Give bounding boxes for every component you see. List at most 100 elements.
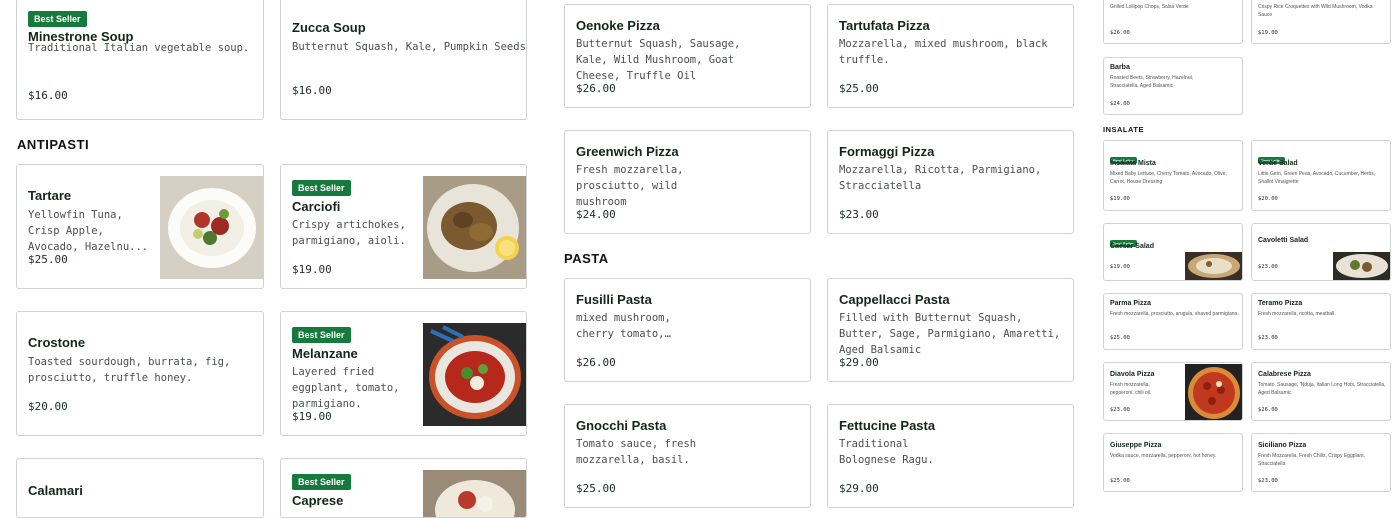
best-seller-badge: Best Seller — [292, 327, 351, 343]
item-desc: Fresh mozzarella, prosciutto, wild mushr… — [576, 164, 684, 208]
item-title: Cappellacci Pasta — [839, 292, 950, 307]
item-title: Fettucine Pasta — [839, 418, 936, 433]
item-desc: Traditional Italian vegetable soup. — [28, 42, 250, 54]
item-price: $19.00 — [1258, 30, 1278, 36]
menu-card-insalata-mista[interactable]: Best Seller Insalata Mista Mixed Baby Le… — [1103, 140, 1243, 211]
menu-card-barba[interactable]: Barba Roasted Beets, Strawberry, Hazelnu… — [1103, 57, 1243, 115]
menu-card-fusilli[interactable]: Fusilli Pasta mixed mushroom, cherry tom… — [564, 278, 811, 382]
item-desc: Mozzarella, mixed mushroom, black truffl… — [839, 38, 1048, 66]
item-desc: Butternut Squash, Sausage, Kale, Wild Mu… — [576, 38, 741, 82]
item-price: $19.00 — [1110, 196, 1130, 202]
item-desc: Fresh mozzarella, pepperoni, chili oil. — [1110, 382, 1152, 396]
section-heading-insalate: INSALATE — [1103, 125, 1144, 134]
item-desc: mixed mushroom, cherry tomato, mascarpon… — [576, 312, 671, 340]
section-heading-antipasti: ANTIPASTI — [17, 137, 90, 152]
menu-card-fettucine[interactable]: Fettucine Pasta Traditional Bolognese Ra… — [827, 404, 1074, 508]
item-desc: Tomato, Sausage, 'Nduja, Italian Long Ho… — [1258, 382, 1386, 396]
item-price: $26.00 — [1258, 407, 1278, 413]
item-price: $23.00 — [1258, 264, 1278, 270]
menu-card-calamari[interactable]: Calamari — [16, 458, 264, 518]
item-price: $25.00 — [28, 253, 68, 266]
item-desc: Toasted sourdough, burrata, fig, prosciu… — [28, 356, 231, 384]
item-desc: Tomato sauce, fresh mozzarella, basil. — [576, 438, 697, 466]
section-heading-pasta: PASTA — [564, 251, 609, 266]
item-title: Barba — [1110, 64, 1130, 71]
item-desc: Vodka sauce, mozzarella, pepperoni, hot … — [1110, 453, 1217, 459]
item-title: Tartufata Pizza — [839, 18, 930, 33]
item-title: Oenoke Pizza — [576, 18, 660, 33]
item-desc: Layered fried eggplant, tomato, parmigia… — [292, 366, 400, 410]
item-title: Caprese — [292, 493, 344, 508]
item-desc: Roasted Beets, Strawberry, Hazelnut, Str… — [1110, 75, 1194, 89]
item-price: $25.00 — [1110, 335, 1130, 341]
item-desc: Fresh mozzarella, prosciutto, arugula, s… — [1110, 311, 1239, 317]
item-title: Calabrese Pizza — [1258, 371, 1311, 378]
item-price: $26.00 — [1110, 30, 1130, 36]
item-price: $25.00 — [1110, 478, 1130, 484]
menu-card-crostone[interactable]: Crostone Toasted sourdough, burrata, fig… — [16, 311, 264, 436]
menu-card-cavoletti[interactable]: Cavoletti Salad $23.00 — [1251, 223, 1391, 281]
menu-card-melanzane[interactable]: Best Seller Melanzane Layered fried eggp… — [280, 311, 527, 436]
best-seller-badge: Best Seller — [292, 180, 351, 196]
item-desc: Crispy artichokes, parmigiano, aioli. — [292, 219, 406, 247]
menu-card-lollipop[interactable]: Grilled Lollipop Chops, Salsa Verde $26.… — [1103, 0, 1243, 44]
item-title: Cavoletti Salad — [1258, 237, 1309, 244]
diavola-photo — [1185, 364, 1242, 420]
item-title: Greenwich Pizza — [576, 144, 679, 159]
item-desc: Grilled Lollipop Chops, Salsa Verde — [1110, 4, 1189, 10]
item-title: Parma Pizza — [1110, 300, 1151, 307]
item-title: Giuseppe Pizza — [1110, 442, 1162, 449]
menu-card-tartufata[interactable]: Tartufata Pizza Mozzarella, mixed mushro… — [827, 4, 1074, 108]
menu-card-verde[interactable]: Best Seller Verde Salad Little Gem, Gree… — [1251, 140, 1391, 211]
item-price: $29.00 — [839, 356, 879, 369]
item-title: Caesar Salad — [1110, 243, 1154, 250]
menu-card-giuseppe[interactable]: Giuseppe Pizza Vodka sauce, mozzarella, … — [1103, 433, 1243, 492]
item-price: $24.00 — [1110, 101, 1130, 107]
item-price: $19.00 — [292, 263, 332, 276]
item-title: Formaggi Pizza — [839, 144, 935, 159]
menu-card-gnocchi[interactable]: Gnocchi Pasta Tomato sauce, fresh mozzar… — [564, 404, 811, 508]
menu-card-teramo[interactable]: Teramo Pizza Fresh mozzarella, ricotta, … — [1251, 293, 1391, 350]
item-price: $23.00 — [1258, 478, 1278, 484]
carciofi-photo — [423, 176, 526, 279]
melanzane-photo — [423, 323, 526, 426]
item-price: $19.00 — [1110, 264, 1130, 270]
item-price: $16.00 — [28, 89, 68, 102]
menu-card-tartare[interactable]: Tartare Yellowfin Tuna, Crisp Apple, Avo… — [16, 164, 264, 289]
item-title: Siciliano Pizza — [1258, 442, 1307, 449]
item-title: Tartare — [28, 188, 72, 203]
item-price: $20.00 — [1258, 196, 1278, 202]
menu-card-greenwich[interactable]: Greenwich Pizza Fresh mozzarella, prosci… — [564, 130, 811, 234]
item-title: Calamari — [28, 483, 83, 498]
caesar-photo — [1185, 252, 1242, 280]
menu-card-cappellacci[interactable]: Cappellacci Pasta Filled with Butternut … — [827, 278, 1074, 382]
item-price: $16.00 — [292, 84, 332, 97]
item-title: Diavola Pizza — [1110, 371, 1155, 378]
menu-card-siciliano[interactable]: Siciliano Pizza Fresh Mozzarella, Fresh … — [1251, 433, 1391, 492]
item-price: $26.00 — [576, 356, 616, 369]
caprese-photo — [423, 470, 526, 517]
menu-card-oenoke[interactable]: Oenoke Pizza Butternut Squash, Sausage, … — [564, 4, 811, 108]
menu-card-carciofi[interactable]: Best Seller Carciofi Crispy artichokes, … — [280, 164, 527, 289]
item-price: $29.00 — [839, 482, 879, 495]
best-seller-badge: Best Seller — [292, 474, 351, 490]
menu-card-caprese[interactable]: Best Seller Caprese — [280, 458, 527, 518]
menu-card-minestrone[interactable]: Best Seller Minestrone Soup Traditional … — [16, 0, 264, 120]
menu-card-parma[interactable]: Parma Pizza Fresh mozzarella, prosciutto… — [1103, 293, 1243, 350]
item-desc: Little Gem, Green Peas, Avocado, Cucumbe… — [1258, 171, 1376, 185]
tartare-photo — [160, 176, 263, 279]
menu-card-croquettes[interactable]: Crispy Rice Croquettes with Wild Mushroo… — [1251, 0, 1391, 44]
menu-card-calabrese[interactable]: Calabrese Pizza Tomato, Sausage, 'Nduja,… — [1251, 362, 1391, 421]
menu-card-formaggi[interactable]: Formaggi Pizza Mozzarella, Ricotta, Parm… — [827, 130, 1074, 234]
item-desc: Mozzarella, Ricotta, Parmigiano, Stracci… — [839, 164, 1042, 192]
item-price: $23.00 — [1258, 335, 1278, 341]
item-desc: Traditional Bolognese Ragu. — [839, 438, 934, 466]
menu-card-diavola[interactable]: Diavola Pizza Fresh mozzarella, pepperon… — [1103, 362, 1243, 421]
item-price: $19.00 — [292, 410, 332, 423]
item-price: $25.00 — [576, 482, 616, 495]
item-title: Teramo Pizza — [1258, 300, 1303, 307]
menu-card-zucca[interactable]: Zucca Soup Butternut Squash, Kale, Pumpk… — [280, 0, 527, 120]
item-title: Carciofi — [292, 199, 341, 214]
best-seller-badge: Best Seller — [28, 11, 87, 27]
menu-card-caesar[interactable]: Best Seller Caesar Salad $19.00 — [1103, 223, 1243, 281]
